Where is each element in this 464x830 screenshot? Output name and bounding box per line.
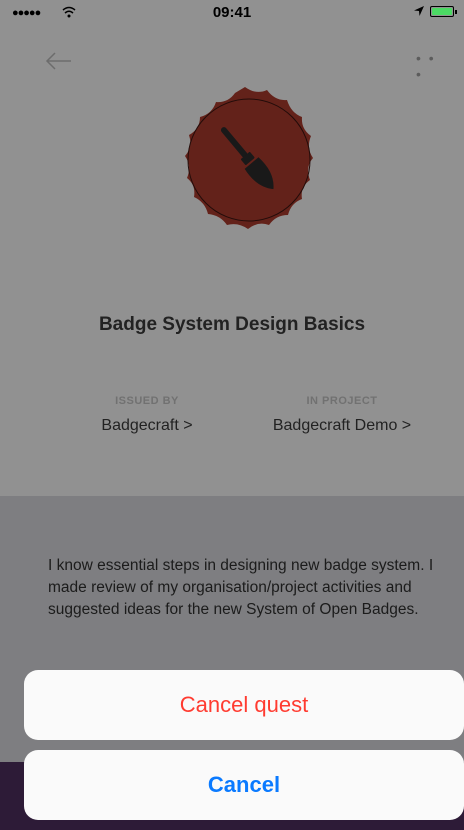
battery-icon xyxy=(430,6,457,17)
cancel-button[interactable]: Cancel xyxy=(24,750,464,820)
cancel-quest-button[interactable]: Cancel quest xyxy=(24,670,464,740)
status-bar: ●●●●● 09:41 xyxy=(0,0,464,26)
location-arrow-icon xyxy=(414,6,424,16)
status-time: 09:41 xyxy=(212,4,252,21)
